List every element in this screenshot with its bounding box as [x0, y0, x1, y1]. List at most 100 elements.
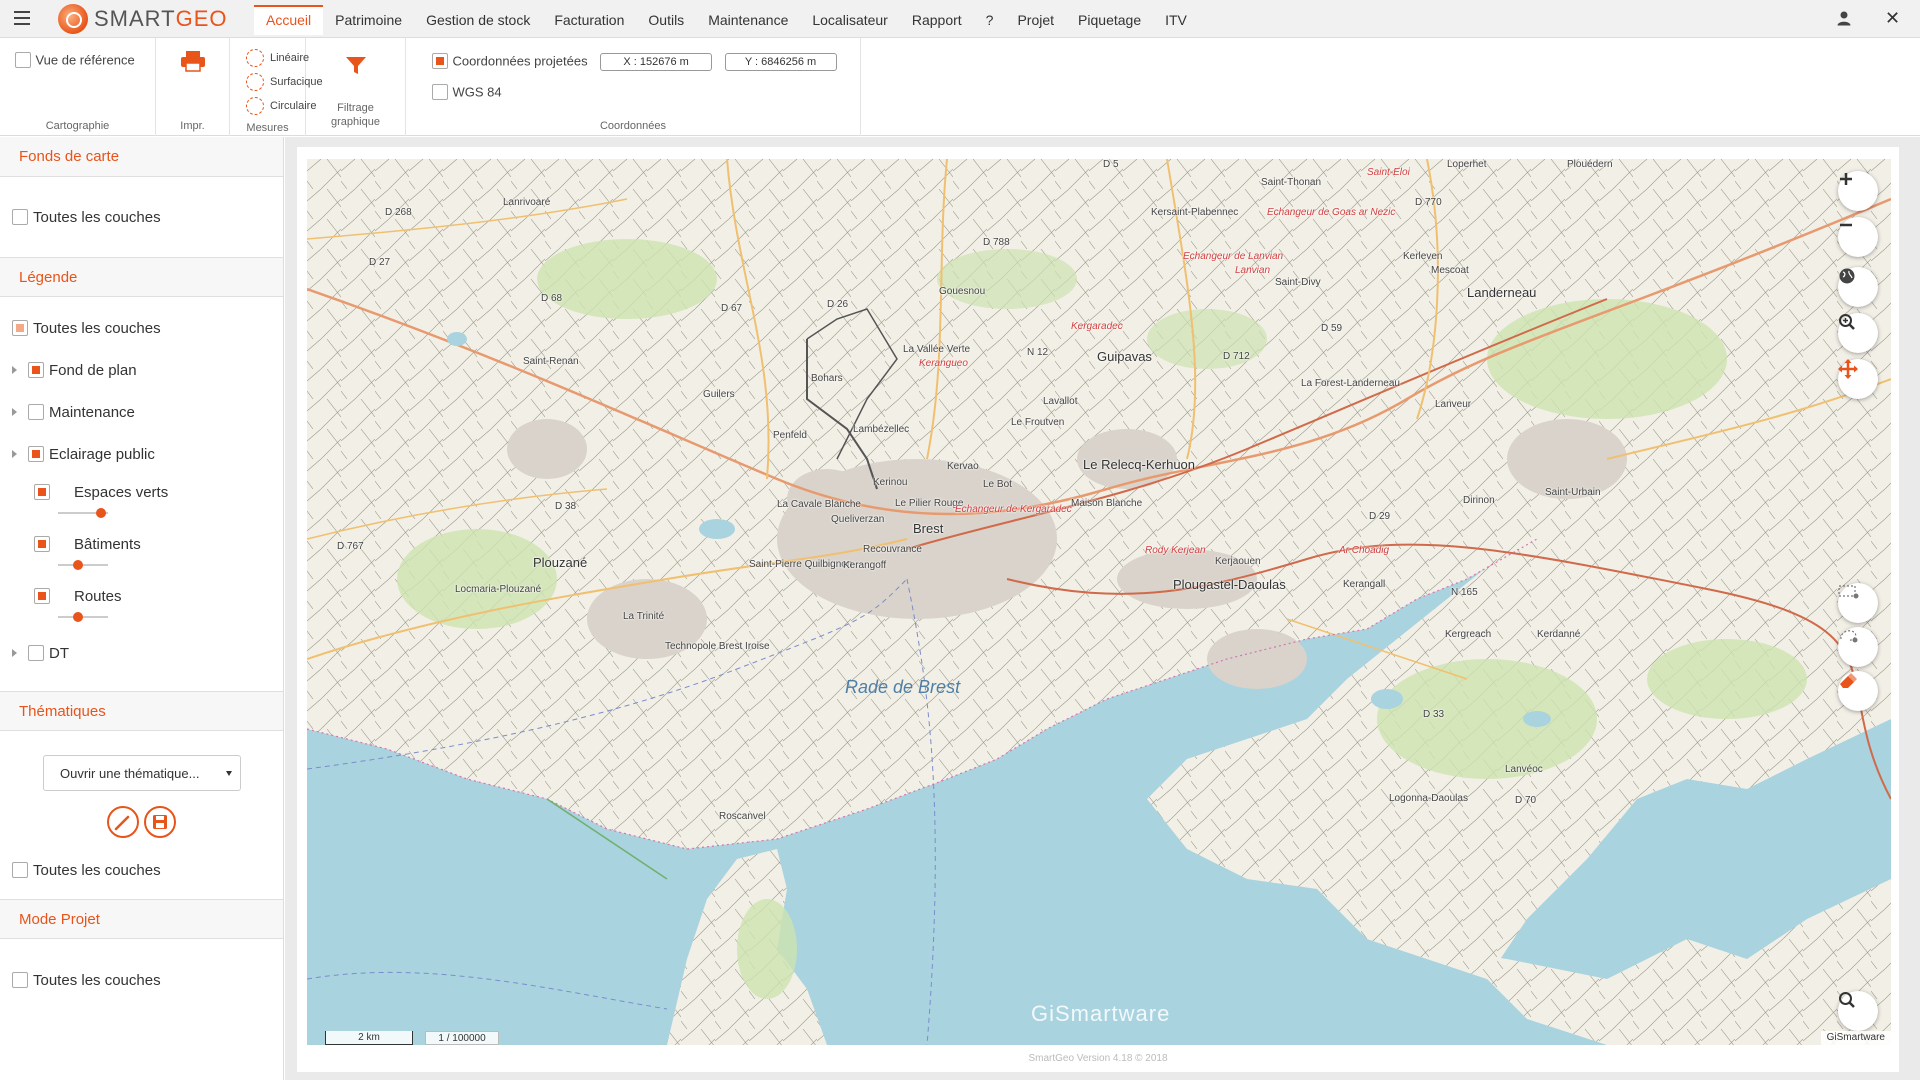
thematiques-all-layers-row[interactable]: Toutes les couches: [0, 849, 161, 891]
menu-outils[interactable]: Outils: [636, 5, 696, 35]
expand-fond-de-plan-icon[interactable]: [12, 366, 17, 374]
road-label-d27: D 27: [369, 257, 391, 268]
maintenance-label: Maintenance: [49, 403, 135, 421]
map-label-pilier-rouge: Le Pilier Rouge: [895, 498, 964, 509]
routes-opacity-slider[interactable]: [58, 612, 108, 622]
map-label-lanveur: Lanveur: [1435, 399, 1472, 410]
smartgeo-logo: SMARTGEO: [58, 4, 228, 34]
map-label-loperhet: Loperhet: [1447, 159, 1487, 170]
layer-eclairage-public[interactable]: Eclairage public: [0, 433, 283, 475]
zoom-in-button[interactable]: [1838, 171, 1878, 211]
map-label-le-faou: Lanvéoc: [1505, 764, 1543, 775]
map-view[interactable]: Rade de Brest Brest Guipavas Le Relecq-K…: [307, 159, 1891, 1045]
menu-gestion-de-stock[interactable]: Gestion de stock: [414, 5, 542, 35]
batiments-slider-handle[interactable]: [73, 560, 83, 570]
maintenance-checkbox[interactable]: [28, 404, 44, 420]
hamburger-menu-icon[interactable]: [14, 11, 30, 25]
menu-itv[interactable]: ITV: [1153, 5, 1199, 35]
map-label-saint-urbain: Saint-Urbain: [1545, 487, 1601, 498]
section-mode-projet[interactable]: Mode Projet: [0, 899, 283, 939]
espaces-verts-checkbox[interactable]: [34, 484, 50, 500]
routes-slider-handle[interactable]: [73, 612, 83, 622]
search-map-button[interactable]: [1838, 991, 1878, 1031]
legende-all-layers-checkbox[interactable]: [12, 320, 28, 336]
fonds-all-layers-row[interactable]: Toutes les couches: [0, 177, 283, 257]
eraser-button[interactable]: [1838, 671, 1878, 711]
espaces-verts-slider-handle[interactable]: [95, 508, 106, 518]
thematiques-all-layers-checkbox[interactable]: [12, 862, 28, 878]
eclairage-checkbox[interactable]: [28, 446, 44, 462]
batiments-checkbox[interactable]: [34, 536, 50, 552]
section-fonds-de-carte[interactable]: Fonds de carte: [0, 137, 283, 177]
vue-reference-label: Vue de référence: [35, 52, 135, 68]
map-label-roscanvel: Roscanvel: [719, 811, 766, 822]
mode-projet-all-layers-checkbox[interactable]: [12, 972, 28, 988]
filter-icon[interactable]: [345, 56, 367, 76]
map-label-echangeur-goas: Echangeur de Goas ar Nezic: [1267, 207, 1396, 218]
menu-help[interactable]: ?: [974, 5, 1006, 35]
layer-espaces-verts[interactable]: Espaces verts: [0, 475, 283, 527]
batiments-opacity-slider[interactable]: [58, 560, 108, 570]
close-icon[interactable]: ✕: [1885, 8, 1900, 29]
legende-all-layers-row[interactable]: Toutes les couches: [0, 307, 283, 349]
expand-maintenance-icon[interactable]: [12, 408, 17, 416]
select-lasso-button[interactable]: [1838, 627, 1878, 667]
magnifier-plus-icon: [1839, 314, 1855, 330]
pan-button[interactable]: [1838, 359, 1878, 399]
thematique-select[interactable]: Ouvrir une thématique...: [43, 755, 241, 791]
map-attribution[interactable]: GiSmartware: [1820, 1031, 1891, 1045]
edit-thematique-button[interactable]: [107, 806, 139, 838]
menu-projet[interactable]: Projet: [1005, 5, 1066, 35]
layer-maintenance[interactable]: Maintenance: [0, 391, 283, 433]
thematiques-all-layers-label: Toutes les couches: [33, 861, 161, 879]
section-legende[interactable]: Légende: [0, 257, 283, 297]
group-impression: Impr.: [156, 38, 230, 136]
select-rectangle-button[interactable]: [1838, 583, 1878, 623]
wgs84-checkbox[interactable]: [432, 83, 448, 100]
zoom-extent-button[interactable]: [1838, 313, 1878, 353]
menu-rapport[interactable]: Rapport: [900, 5, 974, 35]
map-label-pellerin: Penfeld: [773, 430, 807, 441]
wgs84-option[interactable]: WGS 84: [432, 83, 502, 101]
menu-maintenance[interactable]: Maintenance: [696, 5, 800, 35]
printer-icon[interactable]: [180, 50, 206, 72]
menu-piquetage[interactable]: Piquetage: [1066, 5, 1153, 35]
espaces-verts-opacity-slider[interactable]: [58, 508, 108, 518]
globe-button[interactable]: [1838, 267, 1878, 307]
projected-coords-option[interactable]: Coordonnées projetées X : 152676 m Y : 6…: [432, 52, 837, 71]
save-thematique-button[interactable]: [144, 806, 176, 838]
vue-reference-option[interactable]: Vue de référence: [15, 51, 135, 69]
expand-eclairage-icon[interactable]: [12, 450, 17, 458]
section-thematiques[interactable]: Thématiques: [0, 691, 283, 731]
mode-projet-all-layers-row[interactable]: Toutes les couches: [0, 939, 283, 1021]
map-label-kerdanne: Kerdanné: [1537, 629, 1581, 640]
routes-checkbox[interactable]: [34, 588, 50, 604]
projected-coords-checkbox[interactable]: [432, 52, 448, 69]
road-label-d68: D 68: [541, 293, 563, 304]
layer-fond-de-plan[interactable]: Fond de plan: [0, 349, 283, 391]
user-icon[interactable]: [1836, 10, 1852, 26]
menu-localisateur[interactable]: Localisateur: [800, 5, 900, 35]
road-label-d29: D 29: [1369, 511, 1391, 522]
zoom-out-button[interactable]: [1838, 217, 1878, 257]
menu-patrimoine[interactable]: Patrimoine: [323, 5, 414, 35]
road-label-d26: D 26: [827, 299, 849, 310]
vue-reference-checkbox[interactable]: [15, 51, 31, 68]
coord-y-field: Y : 6846256 m: [724, 53, 837, 71]
map-label-la-cavale: La Cavale Blanche: [777, 499, 861, 510]
group-label-impr: Impr.: [180, 120, 205, 132]
road-label-n12: N 12: [1027, 347, 1049, 358]
dt-checkbox[interactable]: [28, 645, 44, 661]
map-label-kergaradec: Kergaradec: [1071, 321, 1123, 332]
layer-routes[interactable]: Routes: [0, 579, 283, 631]
layer-dt[interactable]: DT: [0, 631, 283, 675]
group-label-mesures: Mesures: [246, 122, 289, 134]
menu-accueil[interactable]: Accueil: [254, 5, 324, 35]
menu-facturation[interactable]: Facturation: [542, 5, 636, 35]
batiments-label: Bâtiments: [74, 536, 141, 553]
layer-batiments[interactable]: Bâtiments: [0, 527, 283, 579]
expand-dt-icon[interactable]: [12, 649, 17, 657]
map-label-saint-thonan: Saint-Thonan: [1261, 177, 1322, 188]
fonds-all-layers-checkbox[interactable]: [12, 209, 28, 225]
fond-de-plan-checkbox[interactable]: [28, 362, 44, 378]
